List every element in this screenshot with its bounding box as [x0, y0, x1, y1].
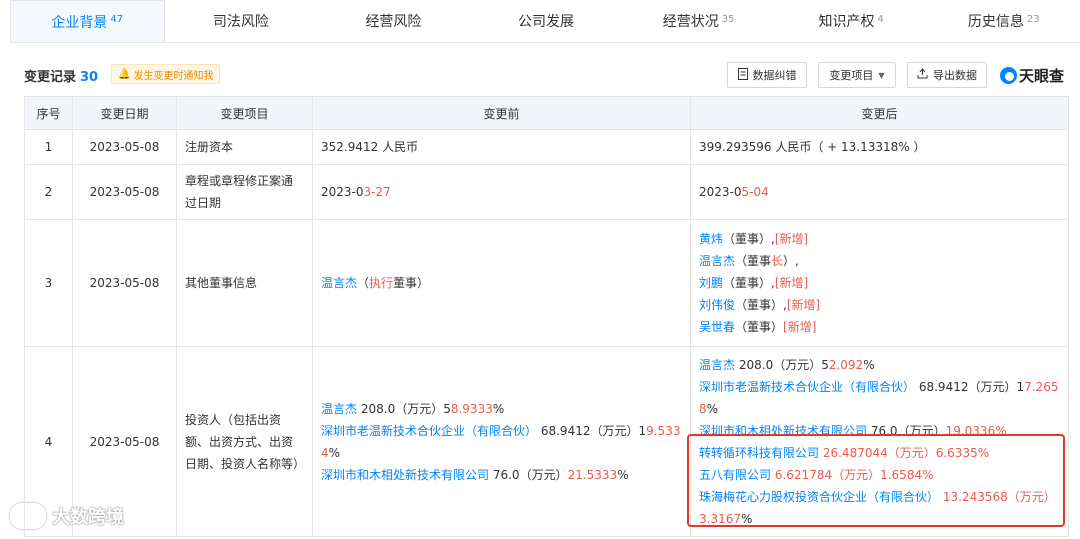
director-link[interactable]: 刘鹏 [699, 276, 723, 290]
list-item: 深圳市老温新技术合伙企业（有限合伙） 68.9412（万元）19.533 4% [321, 423, 681, 460]
header-after: 变更后 [690, 96, 1069, 130]
table-row: 3 2023-05-08 其他董事信息 温言杰（执行董事） 黄炜（董事）,[新增… [24, 219, 1069, 347]
row-no: 2 [24, 164, 73, 220]
list-item: 吴世春（董事）[新增] [699, 320, 817, 334]
director-link[interactable]: 黄炜 [699, 232, 723, 246]
row-date: 2023-05-08 [72, 219, 177, 347]
export-icon [917, 68, 928, 82]
investor-link[interactable]: 深圳市老温新技术合伙企业（有限合伙） [699, 380, 915, 394]
list-item: 温言杰（董事长）, [699, 254, 799, 268]
row-before: 温言杰 208.0（万元）58.9333% 深圳市老温新技术合伙企业（有限合伙）… [312, 346, 691, 537]
list-item-new: 五八有限公司 6.621784（万元）1.6584% [699, 467, 934, 482]
row-date: 2023-05-08 [72, 164, 177, 220]
section-title: 变更记录 30 [24, 70, 99, 85]
investor-link[interactable]: 深圳市和木相处新技术有限公司 [321, 468, 489, 482]
tab-judicial-risk[interactable]: 司法风险 [165, 0, 318, 42]
investor-link[interactable]: 温言杰 [321, 402, 357, 416]
list-item: 温言杰 208.0（万元）52.092% [699, 357, 875, 372]
record-count: 30 [80, 70, 99, 85]
table-row: 4 2023-05-08 投资人（包括出资额、出资方式、出资日期、投资人名称等）… [24, 346, 1069, 537]
change-item-dropdown[interactable]: 变更项目 ▼ [818, 62, 896, 88]
watermark: 大数跨境 [10, 503, 124, 529]
tab-bar: 企业背景 47 司法风险 经营风险 公司发展 经营状况 35 知识产权 4 历史信息 2… [10, 0, 1080, 43]
export-data-button[interactable]: 导出数据 [907, 62, 987, 88]
investor-link[interactable]: 深圳市老温新技术合伙企业（有限合伙） [321, 424, 537, 438]
header-no: 序号 [24, 96, 73, 130]
bell-icon: 🔔 [118, 68, 131, 80]
row-before: 2023-03-27 [312, 164, 691, 220]
row-date: 2023-05-08 [72, 129, 177, 165]
director-link[interactable]: 温言杰 [699, 254, 735, 268]
change-records-table: 序号 变更日期 变更项目 变更前 变更后 1 2023-05-08 注册资本 3… [24, 96, 1069, 537]
header-item: 变更项目 [176, 96, 313, 130]
table-header-row: 序号 变更日期 变更项目 变更前 变更后 [24, 96, 1069, 130]
list-item-new: 珠海梅花心力股权投资合伙企业（有限合伙） 13.243568（万元）3.3167… [699, 489, 1056, 526]
table-row: 2 2023-05-08 章程或章程修正案通过日期 2023-03-27 202… [24, 164, 1069, 220]
row-item: 章程或章程修正案通过日期 [176, 164, 313, 220]
data-correction-button[interactable]: 数据纠错 [727, 62, 807, 88]
row-item: 注册资本 [176, 129, 313, 165]
tab-business-status[interactable]: 经营状况 35 [622, 0, 775, 42]
tab-company-development[interactable]: 公司发展 [470, 0, 623, 42]
row-item: 其他董事信息 [176, 219, 313, 347]
row-before: 352.9412 人民币 [312, 129, 691, 165]
row-before: 温言杰（执行董事） [312, 219, 691, 347]
logo-icon [1000, 67, 1017, 84]
section-toolbar: 变更记录 30 🔔 发生变更时通知我 数据纠错 变更项目 ▼ 导出数据 天眼查 [24, 62, 1070, 88]
director-link[interactable]: 刘伟俊 [699, 298, 735, 312]
tab-company-background[interactable]: 企业背景 47 [10, 0, 165, 42]
investor-link[interactable]: 转转循环科技有限公司 [699, 446, 819, 460]
header-before: 变更前 [312, 96, 691, 130]
table-row: 1 2023-05-08 注册资本 352.9412 人民币 399.29359… [24, 129, 1069, 165]
list-item-new: 转转循环科技有限公司 26.487044（万元）6.6335% [699, 445, 990, 460]
tab-history[interactable]: 历史信息 23 [927, 0, 1080, 42]
list-item: 深圳市老温新技术合伙企业（有限合伙） 68.9412（万元）17.265 8% [699, 379, 1059, 416]
list-item: 深圳市和木相处新技术有限公司 76.0（万元）19.0336% [699, 423, 1007, 438]
investor-link[interactable]: 温言杰 [699, 358, 735, 372]
director-link[interactable]: 温言杰 [321, 276, 357, 290]
investor-link[interactable]: 五八有限公司 [699, 468, 771, 482]
row-after: 黄炜（董事）,[新增] 温言杰（董事长）, 刘鹏（董事）,[新增] 刘伟俊（董事… [690, 219, 1069, 347]
watermark-logo-icon [10, 503, 46, 529]
notify-button[interactable]: 🔔 发生变更时通知我 [111, 64, 221, 84]
row-after: 399.293596 人民币（ + 13.13318% ） [690, 129, 1069, 165]
row-item: 投资人（包括出资额、出资方式、出资日期、投资人名称等） [176, 346, 313, 537]
investor-link[interactable]: 珠海梅花心力股权投资合伙企业（有限合伙） [699, 490, 939, 504]
tab-intellectual-property[interactable]: 知识产权 4 [775, 0, 928, 42]
document-icon [737, 67, 748, 83]
row-no: 3 [24, 219, 73, 347]
list-item: 温言杰 208.0（万元）58.9333% [321, 401, 505, 416]
investor-link[interactable]: 深圳市和木相处新技术有限公司 [699, 424, 867, 438]
director-link[interactable]: 吴世春 [699, 320, 735, 334]
header-date: 变更日期 [72, 96, 177, 130]
list-item: 刘伟俊（董事）,[新增] [699, 298, 821, 312]
list-item: 深圳市和木相处新技术有限公司 76.0（万元）21.5333% [321, 467, 629, 482]
tab-business-risk[interactable]: 经营风险 [317, 0, 470, 42]
row-no: 1 [24, 129, 73, 165]
caret-down-icon: ▼ [878, 70, 885, 80]
row-after: 2023-05-04 [690, 164, 1069, 220]
tianyancha-logo: 天眼查 [1000, 65, 1064, 86]
list-item: 黄炜（董事）,[新增] [699, 232, 809, 246]
row-after: 温言杰 208.0（万元）52.092% 深圳市老温新技术合伙企业（有限合伙） … [690, 346, 1069, 537]
list-item: 刘鹏（董事）,[新增] [699, 276, 809, 290]
